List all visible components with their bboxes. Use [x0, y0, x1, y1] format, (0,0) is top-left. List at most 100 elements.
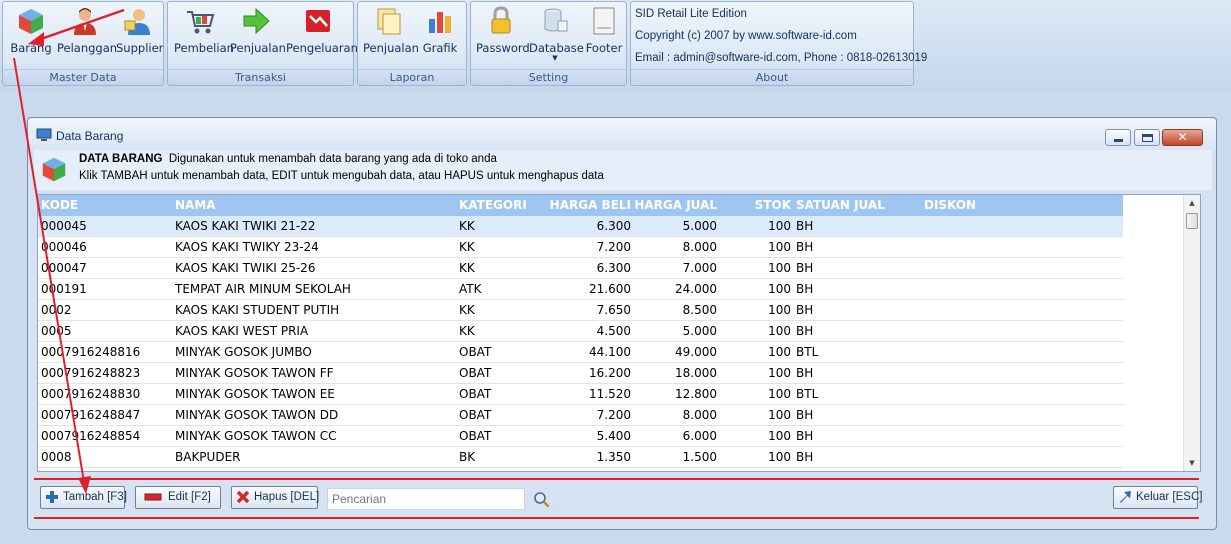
monitor-icon [36, 128, 52, 141]
cell-satuan-jual: BTL [796, 387, 819, 401]
col-header-harga-beli[interactable]: HARGA BELI [541, 195, 631, 216]
col-header-kategori[interactable]: KATEGORI [459, 195, 527, 216]
password-button[interactable]: Password [476, 5, 530, 67]
cart-icon [187, 11, 215, 34]
table-row[interactable]: 0008 BAKPUDER BK 1.350 1.500 100 BH [38, 447, 1123, 468]
search-icon[interactable] [533, 491, 550, 508]
cell-harga-jual: 1.500 [682, 450, 717, 464]
table-row[interactable]: 000045 KAOS KAKI TWIKI 21-22 KK 6.300 5.000 1… [38, 216, 1123, 237]
cell-harga-jual: 18.000 [675, 366, 717, 380]
vertical-scrollbar[interactable]: ▲ ▼ [1183, 195, 1200, 471]
cell-kode: 0005 [41, 324, 72, 338]
laporan-penjualan-button[interactable]: Penjualan [363, 5, 419, 67]
pelanggan-label: Pelanggan [57, 41, 118, 55]
password-label: Password [476, 41, 530, 55]
cell-kategori: KK [459, 303, 475, 317]
pelanggan-button[interactable]: Pelanggan [57, 5, 118, 67]
grid-header: KODE NAMA KATEGORI HARGA BELI HARGA JUAL… [38, 195, 1123, 216]
cell-kode: 0002 [41, 303, 72, 317]
cell-harga-jual: 7.000 [682, 261, 717, 275]
supplier-button[interactable]: Supplier [116, 5, 163, 67]
database-label: Database [529, 41, 584, 55]
header-panel: DATA BARANG Digunakan untuk menambah dat… [34, 150, 1212, 190]
cell-harga-jual: 8.000 [682, 408, 717, 422]
cell-harga-jual: 8.000 [682, 240, 717, 254]
database-button[interactable]: Database ▼ [529, 5, 584, 67]
cell-kategori: OBAT [459, 429, 492, 443]
col-header-kode[interactable]: KODE [41, 195, 78, 216]
scroll-up-icon[interactable]: ▲ [1184, 196, 1200, 210]
cell-harga-jual: 5.000 [682, 219, 717, 233]
pembelian-button[interactable]: Pembelian [174, 5, 234, 67]
scroll-down-icon[interactable]: ▼ [1184, 456, 1200, 470]
maximize-button[interactable] [1134, 129, 1160, 146]
grafik-button[interactable]: Grafik [420, 5, 460, 67]
cell-kode: 0007916248823 [41, 366, 141, 380]
about-contact: Email : admin@software-id.com, Phone : 0… [635, 52, 928, 64]
cell-nama: KAOS KAKI TWIKY 23-24 [175, 240, 319, 254]
cell-kode: 0007916248854 [41, 429, 141, 443]
cell-harga-beli: 7.650 [596, 303, 631, 317]
keluar-button[interactable]: Keluar [ESC] [1113, 486, 1202, 509]
table-row[interactable]: 0002 KAOS KAKI STUDENT PUTIH KK 7.650 8.500 1… [38, 300, 1123, 321]
cell-satuan-jual: BH [796, 219, 814, 233]
penjualan-button[interactable]: Penjualan [230, 5, 286, 67]
minimize-button[interactable] [1105, 129, 1131, 146]
ribbon: Barang Pelanggan Supplier Master Data Pe… [0, 0, 1231, 90]
table-row[interactable]: 0005 KAOS KAKI WEST PRIA KK 4.500 5.000 100 BH [38, 321, 1123, 342]
window-title: Data Barang [56, 129, 124, 143]
cell-nama: KAOS KAKI TWIKI 21-22 [175, 219, 316, 233]
table-row[interactable]: 0007916248847 MINYAK GOSOK TAWON DD OBAT 7.… [38, 405, 1123, 426]
cell-kategori: BK [459, 450, 476, 464]
bar-chart-icon [429, 12, 451, 33]
tambah-button[interactable]: Tambah [F3] [40, 486, 127, 509]
col-header-nama[interactable]: NAMA [175, 195, 216, 216]
table-row[interactable]: 0007916248854 MINYAK GOSOK TAWON CC OBAT 5.… [38, 426, 1123, 447]
cell-kode: 0008 [41, 450, 72, 464]
bottom-toolbar: Tambah [F3] Edit [F2] Hapus [DEL] Keluar… [34, 478, 1212, 520]
cell-satuan-jual: BH [796, 303, 814, 317]
edit-button[interactable]: Edit [F2] [135, 486, 221, 509]
cell-kode: 000046 [41, 240, 87, 254]
cell-stok: 100 [768, 303, 791, 317]
col-header-satuan-jual[interactable]: SATUAN JUAL [796, 195, 885, 216]
cell-kategori: OBAT [459, 387, 492, 401]
footer-button[interactable]: Footer [584, 5, 624, 67]
search-input[interactable] [327, 488, 525, 510]
window-titlebar[interactable]: Data Barang ✕ [28, 118, 1216, 150]
cell-kategori: OBAT [459, 366, 492, 380]
table-row[interactable]: 0007916248816 MINYAK GOSOK JUMBO OBAT 44.10… [38, 342, 1123, 363]
col-header-stok[interactable]: STOK [738, 195, 791, 216]
table-row[interactable]: 000191 TEMPAT AIR MINUM SEKOLAH ATK 21.600 2… [38, 279, 1123, 300]
cell-satuan-jual: BH [796, 450, 814, 464]
table-row[interactable]: 000046 KAOS KAKI TWIKY 23-24 KK 7.200 8.000 1… [38, 237, 1123, 258]
data-grid[interactable]: KODE NAMA KATEGORI HARGA BELI HARGA JUAL… [37, 194, 1201, 472]
plus-icon [46, 491, 58, 503]
group-label-transaksi: Transaksi [168, 69, 353, 85]
table-row[interactable]: 0007916248823 MINYAK GOSOK TAWON FF OBAT 16… [38, 363, 1123, 384]
cell-kode: 000045 [41, 219, 87, 233]
col-header-harga-jual[interactable]: HARGA JUAL [634, 195, 717, 216]
cell-nama: KAOS KAKI WEST PRIA [175, 324, 309, 338]
lock-icon [491, 6, 511, 34]
close-button[interactable]: ✕ [1162, 129, 1203, 146]
scroll-thumb[interactable] [1186, 213, 1198, 229]
cell-harga-beli: 16.200 [589, 366, 631, 380]
col-header-diskon[interactable]: DISKON [924, 195, 976, 216]
cell-kode: 000047 [41, 261, 87, 275]
cell-harga-beli: 4.500 [596, 324, 631, 338]
pengeluaran-button[interactable]: Pengeluaran [286, 5, 358, 67]
barang-button[interactable]: Barang [9, 5, 53, 67]
group-laporan: Penjualan Grafik Laporan [357, 1, 467, 86]
user-icon [74, 8, 96, 35]
barang-label: Barang [10, 41, 52, 55]
table-row[interactable]: 0007916248830 MINYAK GOSOK TAWON EE OBAT 11… [38, 384, 1123, 405]
group-label-master-data: Master Data [3, 69, 163, 85]
table-row[interactable]: 000047 KAOS KAKI TWIKI 25-26 KK 6.300 7.000 1… [38, 258, 1123, 279]
cell-harga-beli: 7.200 [596, 408, 631, 422]
cell-harga-beli: 1.350 [596, 450, 631, 464]
hapus-button[interactable]: Hapus [DEL] [231, 486, 319, 509]
cell-harga-beli: 44.100 [589, 345, 631, 359]
cell-satuan-jual: BH [796, 408, 814, 422]
header-description: Digunakan untuk menambah data barang yan… [168, 153, 497, 165]
